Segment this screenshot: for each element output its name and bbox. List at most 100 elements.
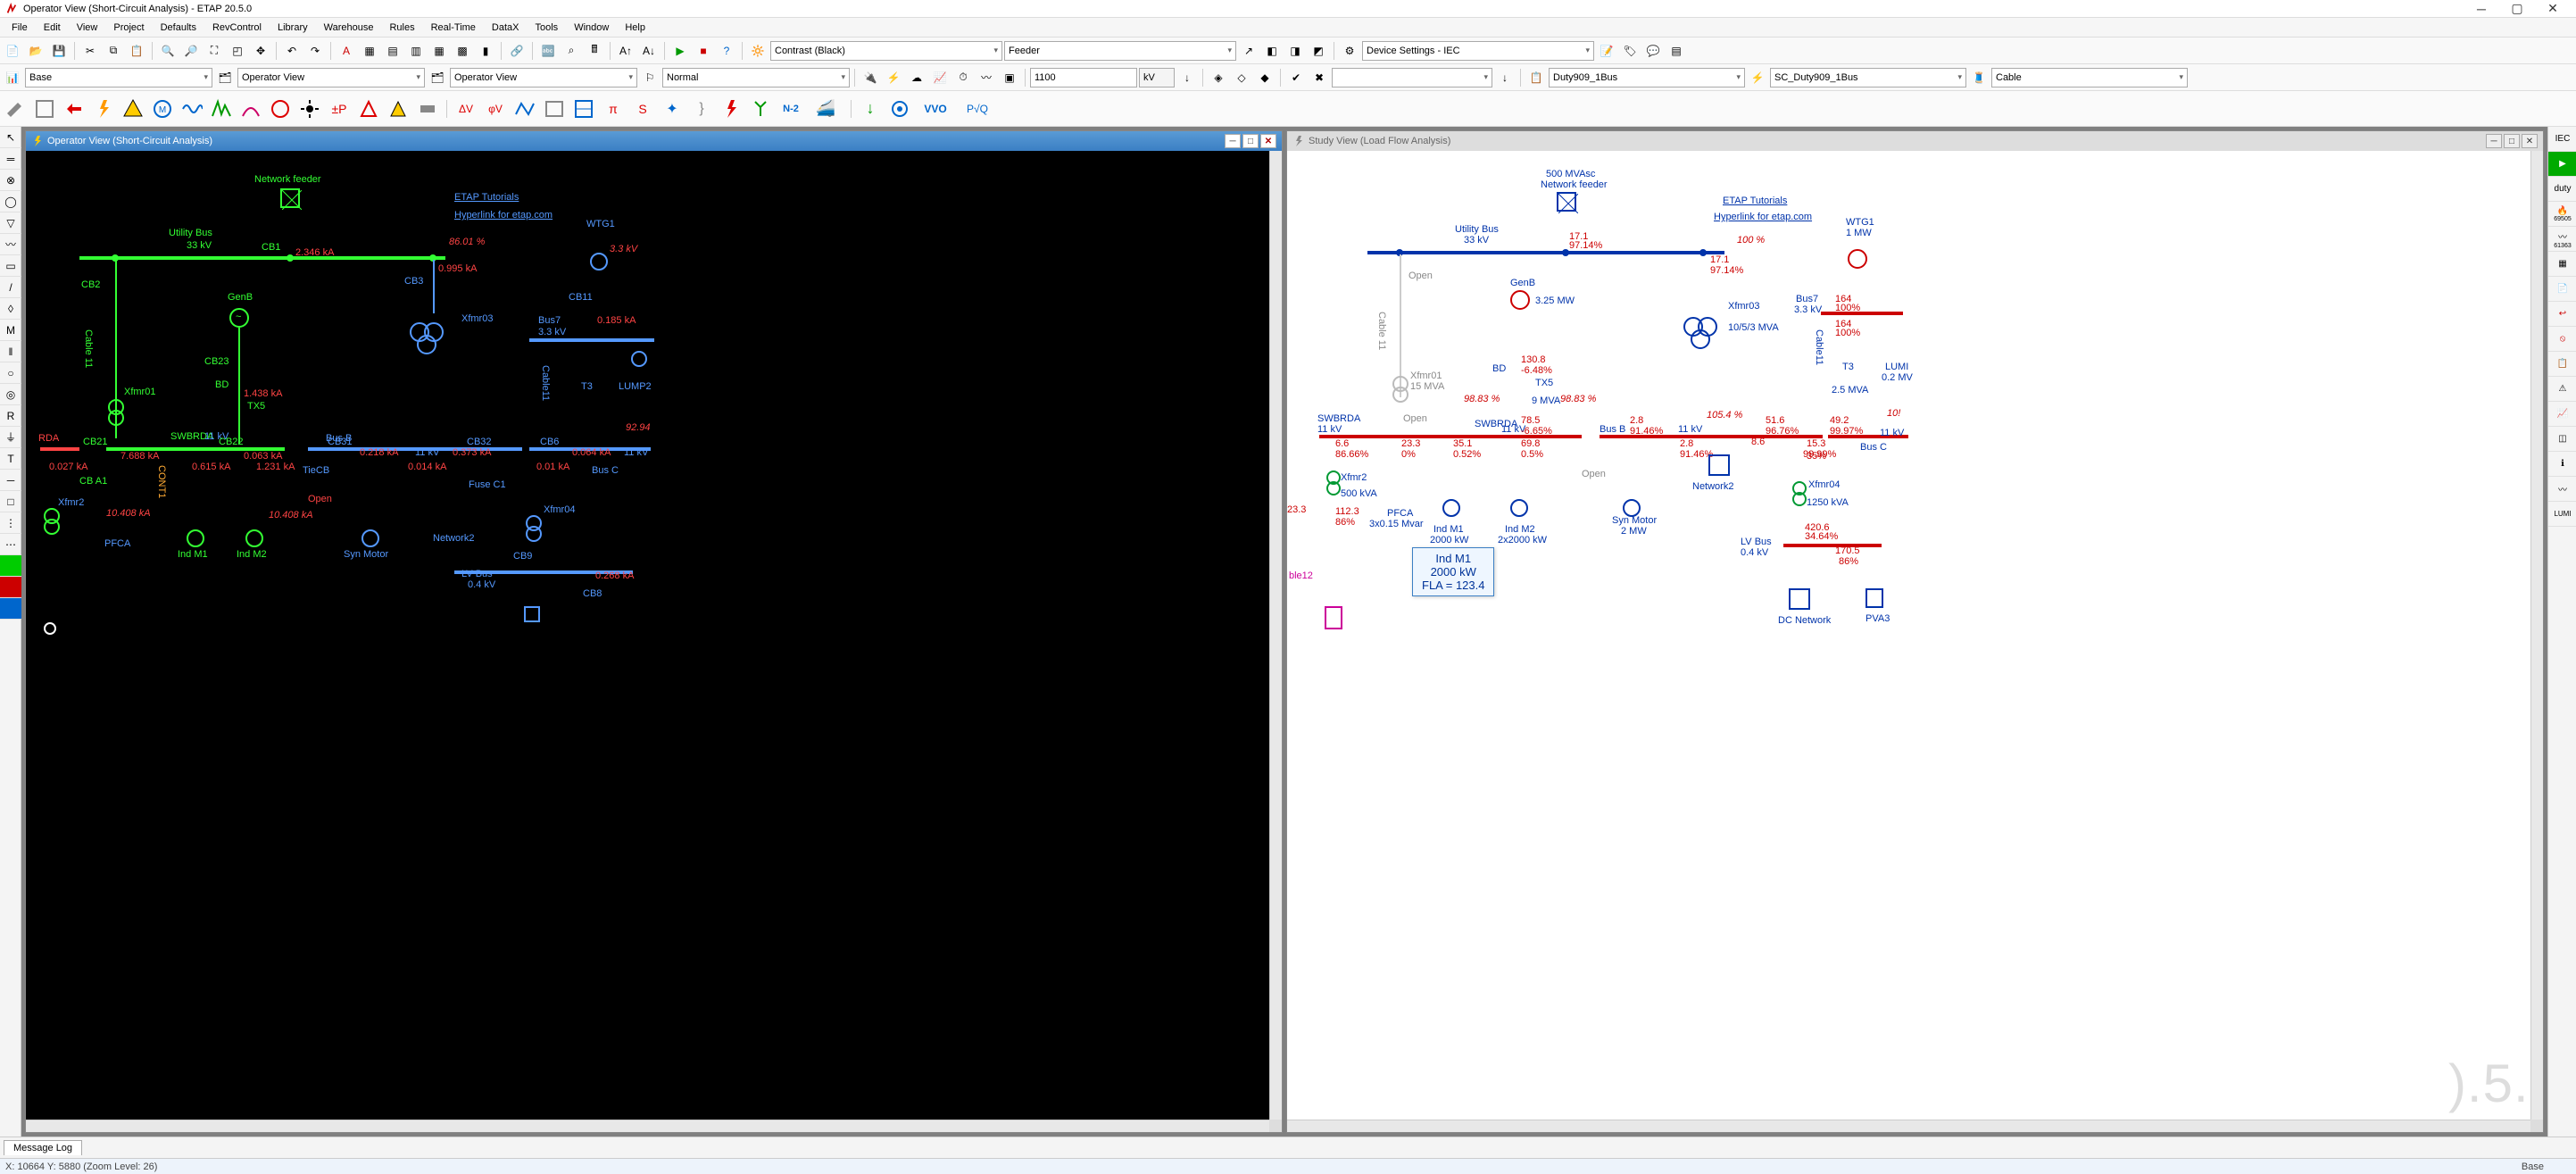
voltage-input[interactable] [1030, 68, 1137, 87]
device-dropdown[interactable]: Device Settings - IEC [1362, 41, 1594, 61]
tool-n2-icon[interactable]: N-2 [777, 96, 803, 122]
view-icon-2[interactable]: 🗂 [427, 67, 448, 88]
tool-arcflash-icon[interactable] [120, 96, 146, 122]
rp-lumi-icon[interactable]: LUMI [2548, 502, 2576, 527]
rp-iec-icon[interactable]: IEC [2548, 127, 2576, 152]
left-scroll-h[interactable] [26, 1120, 1269, 1132]
cable-icon[interactable]: 🧵 [1968, 67, 1990, 88]
tag-icon[interactable]: 🏷 [1619, 40, 1641, 62]
tool-edit-icon[interactable] [2, 96, 29, 122]
highlight-icon[interactable]: ▮ [475, 40, 496, 62]
lp-cap-icon[interactable]: ‖ [0, 341, 21, 362]
rp-wave-icon[interactable]: 〰 [2548, 477, 2576, 502]
study-view-titlebar[interactable]: Study View (Load Flow Analysis) ─ □ ✕ [1287, 131, 2543, 151]
net-icon[interactable]: ◈ [1208, 67, 1229, 88]
operator-view-titlebar[interactable]: Operator View (Short-Circuit Analysis) ─… [26, 131, 1282, 151]
comment-icon[interactable]: 💬 [1642, 40, 1664, 62]
tool-target-icon[interactable] [886, 96, 913, 122]
zoom-window-icon[interactable]: ◰ [227, 40, 248, 62]
lp-generator-icon[interactable]: ◯ [0, 191, 21, 212]
text-color-icon[interactable]: A [336, 40, 357, 62]
tool-star-icon[interactable]: ✦ [659, 96, 686, 122]
operator-view-canvas[interactable]: ETAP Tutorials Hyperlink for etap.com Ne… [26, 151, 1282, 1132]
tool-signal-icon[interactable] [511, 96, 538, 122]
stop-icon[interactable]: ■ [693, 40, 714, 62]
tool-delta-v1-icon[interactable]: ΔV [453, 96, 479, 122]
menu-edit[interactable]: Edit [36, 21, 69, 35]
lp-color-red-icon[interactable] [0, 577, 21, 598]
tool-panel-icon[interactable] [31, 96, 58, 122]
lp-color-blue-icon[interactable] [0, 598, 21, 620]
menu-view[interactable]: View [69, 21, 106, 35]
base-dropdown[interactable]: Base [25, 68, 212, 87]
palette-1-icon[interactable]: ◧ [1261, 40, 1283, 62]
duty-icon[interactable]: 📋 [1525, 67, 1547, 88]
menu-realtime[interactable]: Real-Time [423, 21, 484, 35]
sym-network-grid[interactable] [280, 188, 300, 208]
tool-curve-icon[interactable] [237, 96, 264, 122]
zoom-out-icon[interactable]: 🔎 [180, 40, 202, 62]
tool-fork-icon[interactable] [747, 96, 774, 122]
lp-load-icon[interactable]: ▽ [0, 212, 21, 234]
tool-gnd-grid-icon[interactable] [570, 96, 597, 122]
menu-tools[interactable]: Tools [528, 21, 567, 35]
tab-message-log[interactable]: Message Log [4, 1140, 82, 1155]
rp-chart-icon[interactable]: ◫ [2548, 427, 2576, 452]
panel-min-button[interactable]: ─ [1225, 134, 1241, 148]
cut-icon[interactable]: ✂ [79, 40, 101, 62]
r-node-u3[interactable] [1699, 249, 1707, 256]
grid-2-icon[interactable]: ▥ [405, 40, 427, 62]
rp-ms-icon[interactable]: 🔥69505 [2548, 202, 2576, 227]
sym-synmotor[interactable] [361, 529, 379, 547]
rp-warn-icon[interactable]: ⚠ [2548, 377, 2576, 402]
more-icon[interactable]: ▤ [1666, 40, 1687, 62]
help-context-icon[interactable]: ? [716, 40, 737, 62]
grid-4-icon[interactable]: ▩ [452, 40, 473, 62]
lp-bus-icon[interactable]: ═ [0, 148, 21, 170]
panel-max-button[interactable]: □ [1242, 134, 1259, 148]
lp-more1-icon[interactable]: ⋮ [0, 512, 21, 534]
duty-dropdown[interactable]: Duty909_1Bus [1549, 68, 1745, 87]
zoom-in-icon[interactable]: 🔍 [157, 40, 179, 62]
menu-rules[interactable]: Rules [381, 21, 422, 35]
grid-1-icon[interactable]: ▤ [382, 40, 403, 62]
chart-icon[interactable]: 📈 [929, 67, 951, 88]
gear-icon[interactable]: ⚙ [1339, 40, 1360, 62]
menu-project[interactable]: Project [105, 21, 152, 35]
sym-lvload[interactable] [524, 606, 540, 622]
tool-bus-icon[interactable] [414, 96, 441, 122]
net3-icon[interactable]: ◆ [1254, 67, 1276, 88]
sc-dropdown[interactable]: SC_Duty909_1Bus [1770, 68, 1966, 87]
lp-cursor-icon[interactable]: ↖ [0, 127, 21, 148]
fill-color-icon[interactable]: ▦ [359, 40, 380, 62]
net2-icon[interactable]: ◇ [1231, 67, 1252, 88]
menu-defaults[interactable]: Defaults [153, 21, 204, 35]
link-hyperlink[interactable]: Hyperlink for etap.com [454, 210, 553, 221]
tool-vvo-icon[interactable]: VVO [916, 96, 955, 122]
menu-library[interactable]: Library [270, 21, 316, 35]
menu-revcontrol[interactable]: RevControl [204, 21, 270, 35]
feeder-dropdown[interactable]: Feeder [1004, 41, 1236, 61]
r-sym-xfmr04b[interactable] [1792, 492, 1807, 506]
tool-harmonic-icon[interactable] [179, 96, 205, 122]
r-sym-dcnet[interactable] [1789, 588, 1810, 610]
find-text-icon[interactable]: 🔤 [537, 40, 559, 62]
lp-color-green-icon[interactable] [0, 555, 21, 577]
r-sym-x03c[interactable] [1691, 329, 1710, 349]
palette-3-icon[interactable]: ◩ [1308, 40, 1329, 62]
run-icon[interactable]: ▶ [669, 40, 691, 62]
lp-pt-icon[interactable]: ◎ [0, 384, 21, 405]
menu-help[interactable]: Help [617, 21, 653, 35]
r-sym-netgrid[interactable] [1557, 192, 1576, 212]
r-sym-wtg[interactable] [1848, 249, 1867, 269]
view-icon-1[interactable]: 🗂 [214, 67, 236, 88]
panel2-min-button[interactable]: ─ [2486, 134, 2502, 148]
sym-xfmr2b[interactable] [44, 519, 60, 535]
sym-corner[interactable] [44, 622, 56, 635]
sym-wtg[interactable] [590, 253, 608, 271]
r-sym-pva3[interactable] [1866, 588, 1883, 608]
tool-pin-icon[interactable]: ↓ [857, 96, 884, 122]
tool-triangle-red-icon[interactable] [355, 96, 382, 122]
sym-indm2[interactable] [245, 529, 263, 547]
lp-motor-icon[interactable]: M [0, 320, 21, 341]
